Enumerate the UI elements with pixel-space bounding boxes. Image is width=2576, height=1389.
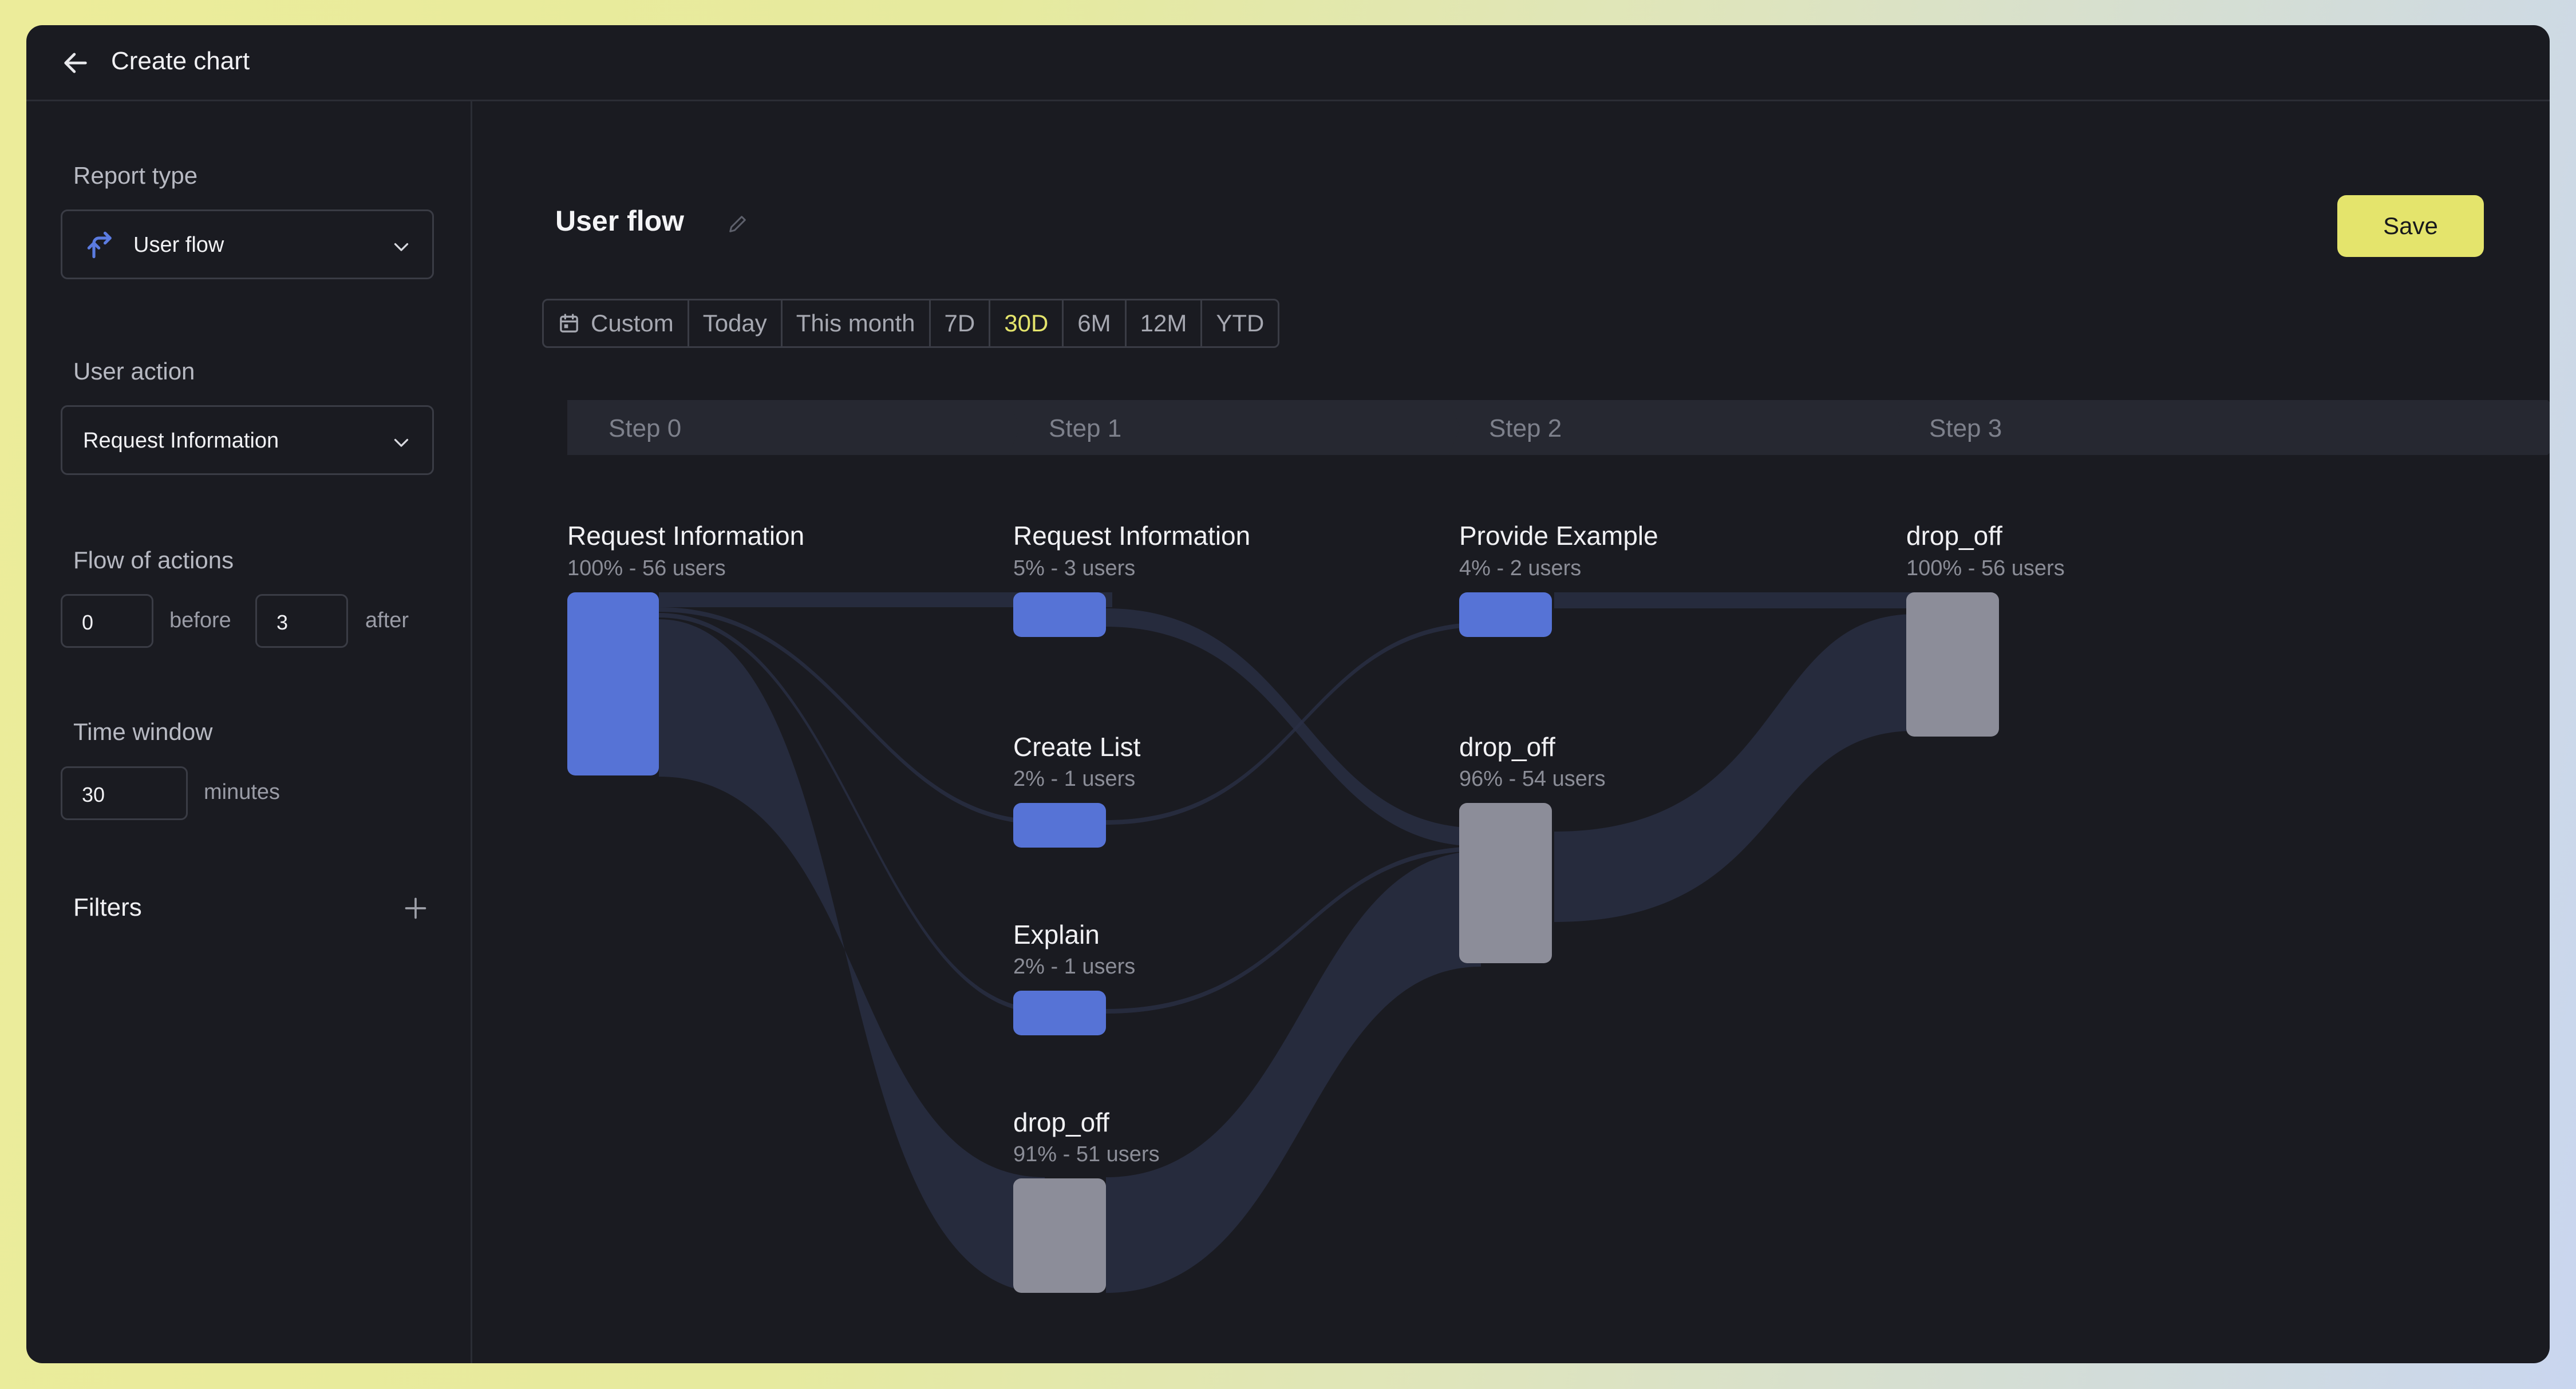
flow-node-5[interactable]: Provide Example 4% - 2 users: [1459, 521, 1658, 637]
report-type-value: User flow: [133, 233, 224, 257]
flow-link: [659, 619, 1045, 1293]
before-steps-value: 0: [82, 611, 94, 634]
report-type-label: Report type: [73, 162, 198, 189]
user-action-value: Request Information: [83, 429, 279, 453]
node-stats: 2% - 1 users: [1013, 955, 1135, 979]
node-name: Request Information: [567, 521, 804, 551]
user-flow-sankey: Step 0 Step 1 Step 2 Step 3 Request Info…: [567, 400, 2550, 1293]
step-label: Step 2: [1489, 414, 1562, 442]
step-label: Step 0: [609, 414, 681, 442]
settings-sidebar: Report type User flow User action Reques…: [26, 101, 472, 1363]
node-name: Create List: [1013, 732, 1141, 762]
arrow-left-icon[interactable]: [61, 48, 90, 78]
node-bar[interactable]: [1459, 803, 1552, 963]
flow-link: [1106, 608, 1481, 846]
flow-of-actions-label: Flow of actions: [73, 547, 234, 573]
user-flow-icon: [87, 231, 112, 259]
step-label: Step 1: [1049, 414, 1121, 442]
node-bar[interactable]: [1013, 991, 1106, 1035]
user-action-select[interactable]: Request Information: [61, 405, 434, 475]
step-banner-3: Step 3: [1889, 400, 2550, 455]
time-window-unit: minutes: [204, 780, 280, 804]
time-window-input[interactable]: 30: [61, 766, 188, 820]
filters-label: Filters: [73, 893, 142, 921]
before-label: before: [169, 608, 231, 632]
chart-panel: User flow Save Custom Today This month 7…: [472, 101, 2550, 1363]
chevron-down-icon: [394, 438, 409, 447]
node-name: drop_off: [1013, 1107, 1109, 1137]
node-stats: 2% - 1 users: [1013, 767, 1135, 791]
report-type-select[interactable]: User flow: [61, 209, 434, 279]
node-name: drop_off: [1906, 521, 2002, 551]
flow-node-2[interactable]: Create List 2% - 1 users: [1013, 732, 1141, 848]
flow-link: [1554, 614, 1915, 922]
flow-link: [1554, 592, 1915, 608]
page-title: Create chart: [111, 47, 250, 75]
node-stats: 91% - 51 users: [1013, 1142, 1160, 1166]
step-label: Step 3: [1929, 414, 2002, 442]
node-name: drop_off: [1459, 732, 1555, 762]
after-steps-value: 3: [276, 611, 289, 634]
time-window-label: Time window: [73, 718, 213, 745]
node-stats: 100% - 56 users: [1906, 556, 2065, 580]
node-stats: 4% - 2 users: [1459, 556, 1581, 580]
before-steps-input[interactable]: 0: [61, 594, 153, 648]
node-stats: 96% - 54 users: [1459, 767, 1606, 791]
user-action-label: User action: [73, 358, 195, 385]
flow-node-3[interactable]: Explain 2% - 1 users: [1013, 920, 1135, 1035]
node-stats: 100% - 56 users: [567, 556, 726, 580]
node-bar[interactable]: [1013, 803, 1106, 848]
after-steps-input[interactable]: 3: [255, 594, 348, 648]
node-bar[interactable]: [1459, 592, 1552, 637]
chevron-down-icon: [394, 243, 409, 251]
flow-node-7[interactable]: drop_off 100% - 56 users: [1906, 521, 2065, 737]
node-stats: 5% - 3 users: [1013, 556, 1135, 580]
flow-links: [659, 592, 1915, 1293]
node-name: Explain: [1013, 920, 1100, 949]
node-name: Provide Example: [1459, 521, 1658, 551]
node-name: Request Information: [1013, 521, 1250, 551]
time-window-value: 30: [82, 783, 105, 806]
node-bar[interactable]: [1906, 592, 1999, 737]
top-bar: Create chart: [26, 25, 2550, 101]
node-bar[interactable]: [1013, 1178, 1106, 1293]
node-bar[interactable]: [1013, 592, 1106, 637]
node-bar[interactable]: [567, 592, 659, 775]
plus-icon[interactable]: [403, 896, 428, 921]
app-window: Create chart Report type User flow User …: [26, 25, 2550, 1363]
flow-link: [1106, 851, 1481, 1293]
after-label: after: [365, 608, 409, 632]
